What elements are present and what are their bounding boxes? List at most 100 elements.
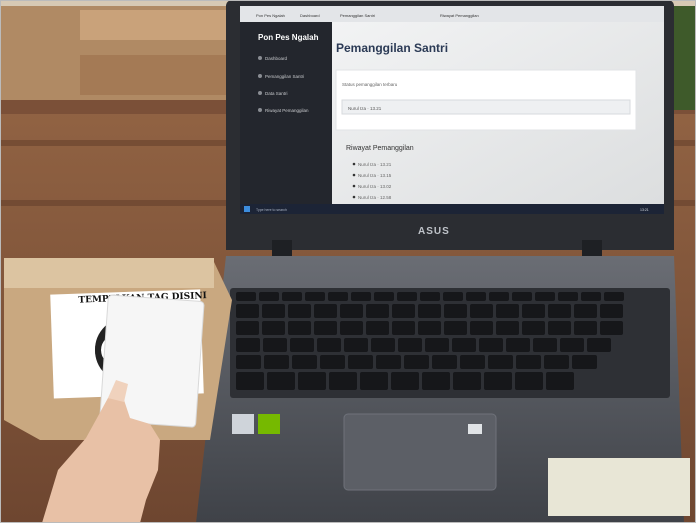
sidebar-item-dashboard[interactable]: Dashboard	[265, 56, 288, 61]
keyboard-key	[484, 372, 512, 390]
keyboard-key	[288, 321, 311, 335]
sidebar-item-riwayat[interactable]: Riwayat Pemanggilan	[265, 108, 309, 113]
sidebar-brand: Pon Pes Ngalah	[258, 33, 319, 42]
keyboard-key	[516, 355, 541, 369]
nvidia-sticker	[258, 414, 280, 434]
keyboard-key	[320, 355, 345, 369]
keyboard-key	[479, 338, 503, 352]
keyboard-key	[460, 355, 485, 369]
intel-sticker	[232, 414, 254, 434]
taskbar	[240, 204, 664, 214]
keyboard-key	[600, 304, 623, 318]
browser-tab[interactable]: Dashboard	[300, 13, 320, 18]
keyboard-key	[418, 321, 441, 335]
app-sidebar	[240, 22, 332, 204]
keyboard-key	[515, 372, 543, 390]
keyboard-key	[351, 292, 371, 301]
keyboard-key	[522, 304, 545, 318]
keyboard-key	[259, 292, 279, 301]
keyboard-key	[548, 304, 571, 318]
keyboard-key	[560, 338, 584, 352]
keyboard-key	[348, 355, 373, 369]
keyboard-key	[305, 292, 325, 301]
keyboard-key	[288, 304, 311, 318]
sidebar-item-data-santri[interactable]: Data Santri	[265, 91, 288, 96]
keyboard-key	[314, 304, 337, 318]
keyboard-key	[298, 372, 326, 390]
keyboard-key	[366, 304, 389, 318]
keyboard-key	[600, 321, 623, 335]
keyboard-key	[522, 321, 545, 335]
keyboard-key	[314, 321, 337, 335]
keyboard-key	[329, 372, 357, 390]
keyboard-key	[292, 355, 317, 369]
keyboard-key	[340, 321, 363, 335]
status-card-label: Status pemanggilan terbaru	[342, 82, 398, 87]
history-item: Nurul Iza · 13.21	[358, 162, 392, 167]
keyboard-key	[572, 355, 597, 369]
keyboard-key	[236, 304, 259, 318]
keyboard-key	[489, 292, 509, 301]
keyboard-key	[267, 372, 295, 390]
keyboard-key	[558, 292, 578, 301]
keyboard-key	[425, 338, 449, 352]
current-call-field	[341, 99, 631, 115]
keyboard-key	[236, 292, 256, 301]
keyboard-key	[340, 304, 363, 318]
keyboard-key	[496, 304, 519, 318]
keyboard-key	[344, 338, 368, 352]
keyboard-key	[587, 338, 611, 352]
keyboard-key	[506, 338, 530, 352]
keyboard-key	[574, 304, 597, 318]
keyboard-key	[236, 355, 261, 369]
keyboard-key	[422, 372, 450, 390]
keyboard-key	[397, 292, 417, 301]
keyboard-key	[236, 372, 264, 390]
keyboard-key	[452, 338, 476, 352]
keyboard-key	[398, 338, 422, 352]
keyboard-key	[262, 304, 285, 318]
keyboard-key	[392, 321, 415, 335]
keyboard-key	[360, 372, 388, 390]
keyboard-key	[263, 338, 287, 352]
history-item: Nurul Iza · 13.02	[358, 184, 392, 189]
keyboard-key	[546, 372, 574, 390]
start-icon[interactable]	[244, 206, 250, 212]
keyboard-key	[404, 355, 429, 369]
keyboard-key	[236, 321, 259, 335]
photo-scene: Pon Pes Ngalah Dashboard Pemanggilan San…	[0, 0, 696, 523]
keyboard-key	[374, 292, 394, 301]
keyboard-key	[376, 355, 401, 369]
keyboard-key	[466, 292, 486, 301]
keyboard-key	[443, 292, 463, 301]
keyboard-key	[392, 304, 415, 318]
history-item: Nurul Iza · 12.58	[358, 195, 392, 200]
keyboard-key	[282, 292, 302, 301]
browser-tab[interactable]: Riwayat Pemanggilan	[440, 13, 479, 18]
keyboard-key	[328, 292, 348, 301]
keyboard-key	[420, 292, 440, 301]
keyboard-key	[512, 292, 532, 301]
keyboard-key	[444, 304, 467, 318]
laptop-brand-logo: ASUS	[418, 226, 450, 237]
history-title: Riwayat Pemanggilan	[346, 145, 414, 152]
taskbar-search[interactable]: Type here to search	[256, 208, 287, 212]
keyboard-key	[262, 321, 285, 335]
keyboard-keys	[236, 292, 624, 390]
sidebar-item-pemanggilan[interactable]: Pemanggilan Santri	[265, 74, 304, 79]
keyboard-key	[488, 355, 513, 369]
page-title: Pemanggilan Santri	[336, 41, 448, 55]
keyboard-key	[432, 355, 457, 369]
taskbar-clock: 13:21	[640, 208, 649, 212]
keyboard-key	[544, 355, 569, 369]
keyboard-key	[453, 372, 481, 390]
keyboard-key	[533, 338, 557, 352]
keyboard-key	[317, 338, 341, 352]
browser-tab[interactable]: Pon Pes Ngalah	[256, 13, 285, 18]
keyboard-key	[470, 304, 493, 318]
keyboard-key	[290, 338, 314, 352]
keyboard-key	[391, 372, 419, 390]
current-call-value: Nurul Iza · 13.21	[348, 106, 382, 111]
keyboard-key	[496, 321, 519, 335]
browser-tab[interactable]: Pemanggilan Santri	[340, 13, 375, 18]
